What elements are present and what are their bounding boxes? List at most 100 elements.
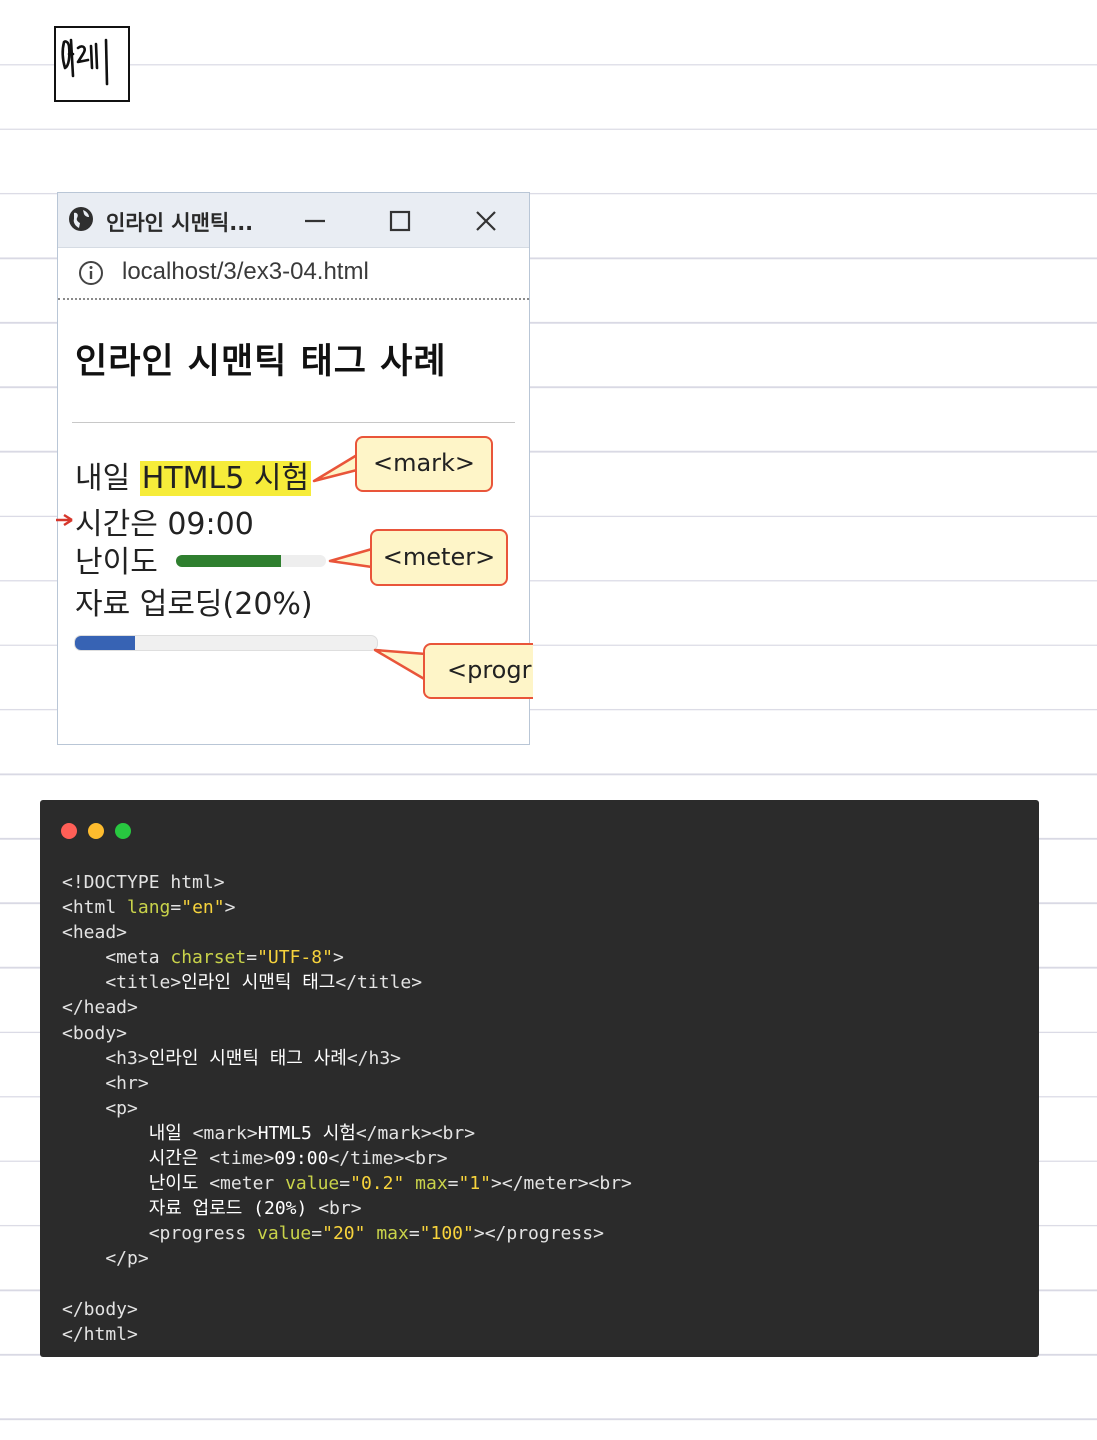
code-block: <!DOCTYPE html> <html lang="en"> <head> <m… <box>62 870 632 1347</box>
code-line: </body> <box>62 1297 632 1322</box>
browser-titlebar: 인라인 시맨틱... <box>58 193 529 248</box>
code-token: 난이도 <box>62 1173 210 1195</box>
callout-meter: <meter> <box>370 529 508 586</box>
page-heading: 인라인 시맨틱 태그 사례 <box>75 342 447 382</box>
globe-icon <box>69 207 93 231</box>
code-line: <meta charset="UTF-8"> <box>62 945 632 970</box>
code-token: 내일 <box>62 1122 193 1144</box>
code-token: </title> <box>335 972 423 994</box>
code-line: <hr> <box>62 1071 632 1096</box>
meter-fill <box>176 555 281 567</box>
code-token: <mark> <box>192 1122 258 1144</box>
code-token: </head> <box>62 997 138 1019</box>
window-dot-green[interactable] <box>115 823 131 839</box>
code-token: ></meter><br> <box>491 1173 632 1195</box>
progress-fill <box>75 636 136 650</box>
code-token: max <box>376 1223 409 1245</box>
code-token: <h3> <box>62 1047 149 1069</box>
code-token: <p> <box>62 1097 138 1119</box>
code-token: = <box>311 1223 323 1245</box>
tab-title[interactable]: 인라인 시맨틱... <box>106 207 253 237</box>
code-token: 인라인 시맨틱 태그 <box>181 972 336 994</box>
code-line: </head> <box>62 995 632 1020</box>
code-line: <!DOCTYPE html> <box>62 870 632 895</box>
code-token: value <box>285 1173 340 1195</box>
code-token: <head> <box>62 922 128 944</box>
callout-progress: <progr <box>423 643 533 699</box>
code-line: 자료 업로드 (20%) <br> <box>62 1196 632 1221</box>
code-line: ​ <box>62 1272 632 1297</box>
code-line: <body> <box>62 1021 632 1046</box>
code-token: 자료 업로드 (20%) <box>62 1198 319 1220</box>
code-line: 난이도 <meter value="0.2" max="1"></meter><… <box>62 1171 632 1196</box>
code-token: "20" <box>322 1223 366 1245</box>
info-icon[interactable] <box>78 260 104 286</box>
code-token: 시간은 <box>62 1148 210 1170</box>
code-line: <title>인라인 시맨틱 태그</title> <box>62 970 632 995</box>
progress-label: 자료 업로딩(20%) <box>75 587 313 622</box>
code-line: </p> <box>62 1246 632 1271</box>
code-line: 내일 <mark>HTML5 시험</mark><br> <box>62 1121 632 1146</box>
code-token: "0.2" <box>350 1173 405 1195</box>
code-token: <hr> <box>62 1072 149 1094</box>
code-token: </p> <box>62 1248 149 1270</box>
code-token: 인라인 시맨틱 태그 사례 <box>148 1047 347 1069</box>
code-token: </body> <box>62 1298 138 1320</box>
code-token: </time><br> <box>328 1148 448 1170</box>
code-token: = <box>246 947 258 969</box>
callout-mark: <mark> <box>355 436 493 492</box>
code-line: <html lang="en"> <box>62 895 632 920</box>
code-window: <!DOCTYPE html> <html lang="en"> <head> <m… <box>40 800 1039 1357</box>
code-token: <meta <box>62 947 171 969</box>
minimize-icon[interactable] <box>299 205 331 237</box>
code-line: </html> <box>62 1322 632 1347</box>
handwritten-label-drawing <box>61 38 109 86</box>
code-token: </html> <box>62 1323 138 1345</box>
code-token: max <box>415 1173 448 1195</box>
code-token: <br> <box>318 1198 362 1220</box>
code-token: </h3> <box>346 1047 402 1069</box>
maximize-icon[interactable] <box>384 205 416 237</box>
code-token: </mark><br> <box>355 1122 476 1144</box>
code-token: > <box>224 897 236 919</box>
code-token: = <box>408 1223 420 1245</box>
code-line: <progress value="20" max="100"></progres… <box>62 1221 632 1246</box>
code-line: 시간은 <time>09:00</time><br> <box>62 1146 632 1171</box>
code-token: > <box>332 947 344 969</box>
mark-highlight-text: HTML5 시험 <box>139 461 312 496</box>
code-token: = <box>447 1173 459 1195</box>
meter-label: 난이도 <box>75 545 158 580</box>
address-bar[interactable]: localhost/3/ex3-04.html <box>58 248 529 300</box>
code-token: = <box>170 897 182 919</box>
window-dot-yellow[interactable] <box>88 823 104 839</box>
page-hr <box>72 422 515 423</box>
meter-bar <box>176 555 326 567</box>
code-line: <head> <box>62 920 632 945</box>
code-token: <body> <box>62 1022 128 1044</box>
code-token: 09:00 <box>274 1148 329 1170</box>
code-token: "en" <box>181 897 225 919</box>
code-token: "UTF-8" <box>257 947 333 969</box>
url-text[interactable]: localhost/3/ex3-04.html <box>122 258 369 286</box>
code-token: lang <box>127 897 171 919</box>
code-line: <h3>인라인 시맨틱 태그 사례</h3> <box>62 1046 632 1071</box>
code-token: <meter <box>209 1173 286 1195</box>
mark-line: 내일 HTML5 시험 <box>75 453 312 497</box>
code-token: value <box>257 1223 312 1245</box>
code-token: ></progress> <box>473 1223 604 1245</box>
close-icon[interactable] <box>470 205 502 237</box>
code-token: = <box>339 1173 351 1195</box>
code-token: <progress <box>62 1223 258 1245</box>
code-token: <time> <box>209 1148 275 1170</box>
mark-line-prefix: 내일 <box>75 461 140 496</box>
code-token: "100" <box>419 1223 474 1245</box>
code-token: <!DOCTYPE html> <box>62 872 225 893</box>
code-token: "1" <box>458 1173 492 1195</box>
code-token: HTML5 시험 <box>257 1122 356 1144</box>
window-dot-red[interactable] <box>61 823 77 839</box>
code-line: <p> <box>62 1096 632 1121</box>
code-token: <html <box>62 897 128 919</box>
progress-bar <box>74 635 378 651</box>
